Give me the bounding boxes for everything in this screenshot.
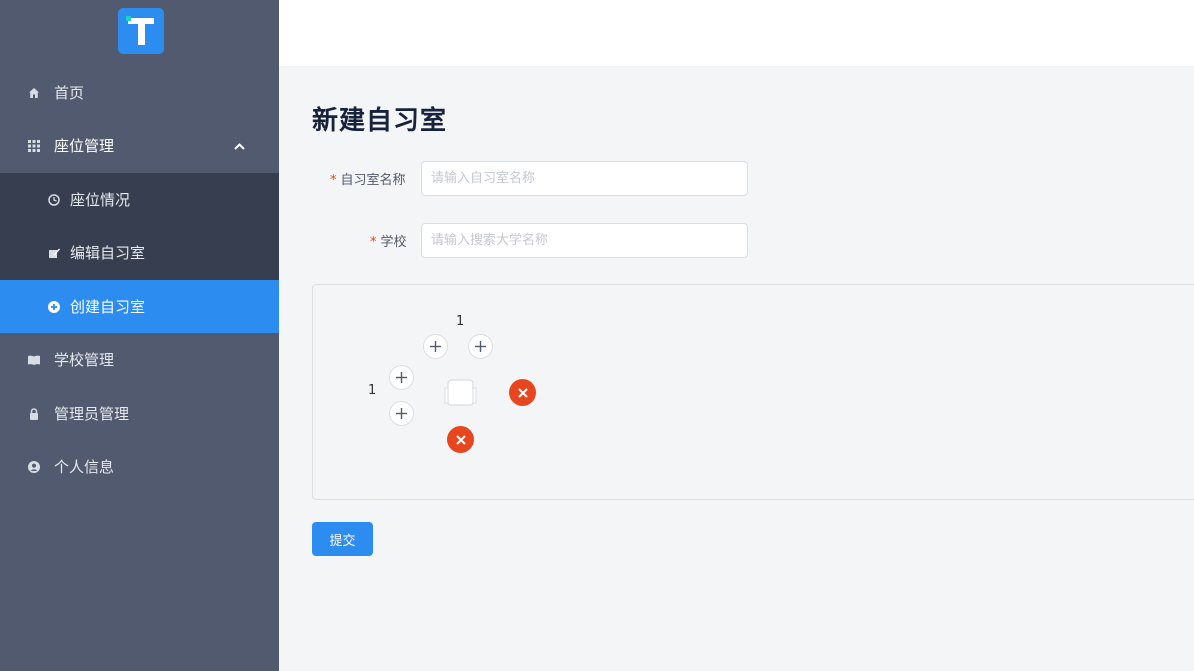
sidebar-item-label: 创建自习室 [70, 298, 146, 316]
required-mark: * [370, 235, 377, 250]
room-name-input[interactable] [421, 161, 748, 196]
app-logo[interactable] [118, 8, 164, 54]
room-name-label: * 自习室名称 [330, 173, 406, 188]
sidebar: 首页 座位管理 座位情况 编辑自习室 创建自习室 学校管理 管理员管理 个人信息 [0, 0, 279, 671]
edit-icon [48, 247, 60, 259]
sidebar-item-create-room[interactable]: 创建自习室 [0, 280, 279, 333]
sidebar-item-seat-status[interactable]: 座位情况 [0, 173, 279, 226]
school-label: * 学校 [370, 235, 407, 250]
sidebar-item-home[interactable]: 首页 [0, 66, 279, 119]
clock-icon [48, 193, 60, 206]
school-search-input[interactable] [421, 223, 748, 258]
seat-icon[interactable] [444, 378, 477, 406]
required-mark: * [330, 173, 337, 188]
plus-circle-icon [48, 300, 60, 313]
grid-icon [28, 139, 40, 152]
sidebar-item-profile[interactable]: 个人信息 [0, 440, 279, 493]
sidebar-item-label: 座位情况 [70, 191, 131, 209]
sidebar-item-label: 学校管理 [54, 351, 115, 369]
sidebar-item-label: 座位管理 [54, 137, 115, 155]
close-icon [455, 434, 466, 445]
plus-icon [396, 408, 407, 419]
sidebar-item-edit-room[interactable]: 编辑自习室 [0, 226, 279, 279]
submit-button[interactable]: 提交 [312, 522, 373, 556]
column-count: 1 [456, 314, 465, 329]
book-icon [28, 354, 40, 366]
plus-icon [396, 372, 407, 383]
add-row-top-button[interactable] [389, 365, 414, 390]
top-header [279, 0, 1194, 66]
sidebar-item-label: 编辑自习室 [70, 244, 146, 262]
add-column-left-button[interactable] [423, 334, 448, 359]
plus-icon [475, 341, 486, 352]
plus-icon [430, 341, 441, 352]
sidebar-item-admin-management[interactable]: 管理员管理 [0, 387, 279, 440]
delete-row-button[interactable] [447, 426, 474, 453]
delete-column-button[interactable] [509, 379, 536, 406]
row-count: 1 [368, 383, 377, 398]
add-column-right-button[interactable] [468, 334, 493, 359]
chevron-up-icon [233, 139, 246, 152]
lock-icon [28, 407, 40, 420]
sidebar-item-seat-management[interactable]: 座位管理 [0, 119, 279, 172]
seat-management-submenu: 座位情况 编辑自习室 [0, 173, 279, 280]
add-row-bottom-button[interactable] [389, 401, 414, 426]
user-icon [28, 460, 40, 473]
sidebar-item-label: 管理员管理 [54, 405, 130, 423]
sidebar-item-label: 个人信息 [54, 458, 115, 476]
close-icon [517, 387, 528, 398]
home-icon [28, 87, 40, 99]
sidebar-item-label: 首页 [54, 84, 85, 102]
sidebar-item-school-management[interactable]: 学校管理 [0, 333, 279, 386]
page-title: 新建自习室 [312, 106, 448, 136]
